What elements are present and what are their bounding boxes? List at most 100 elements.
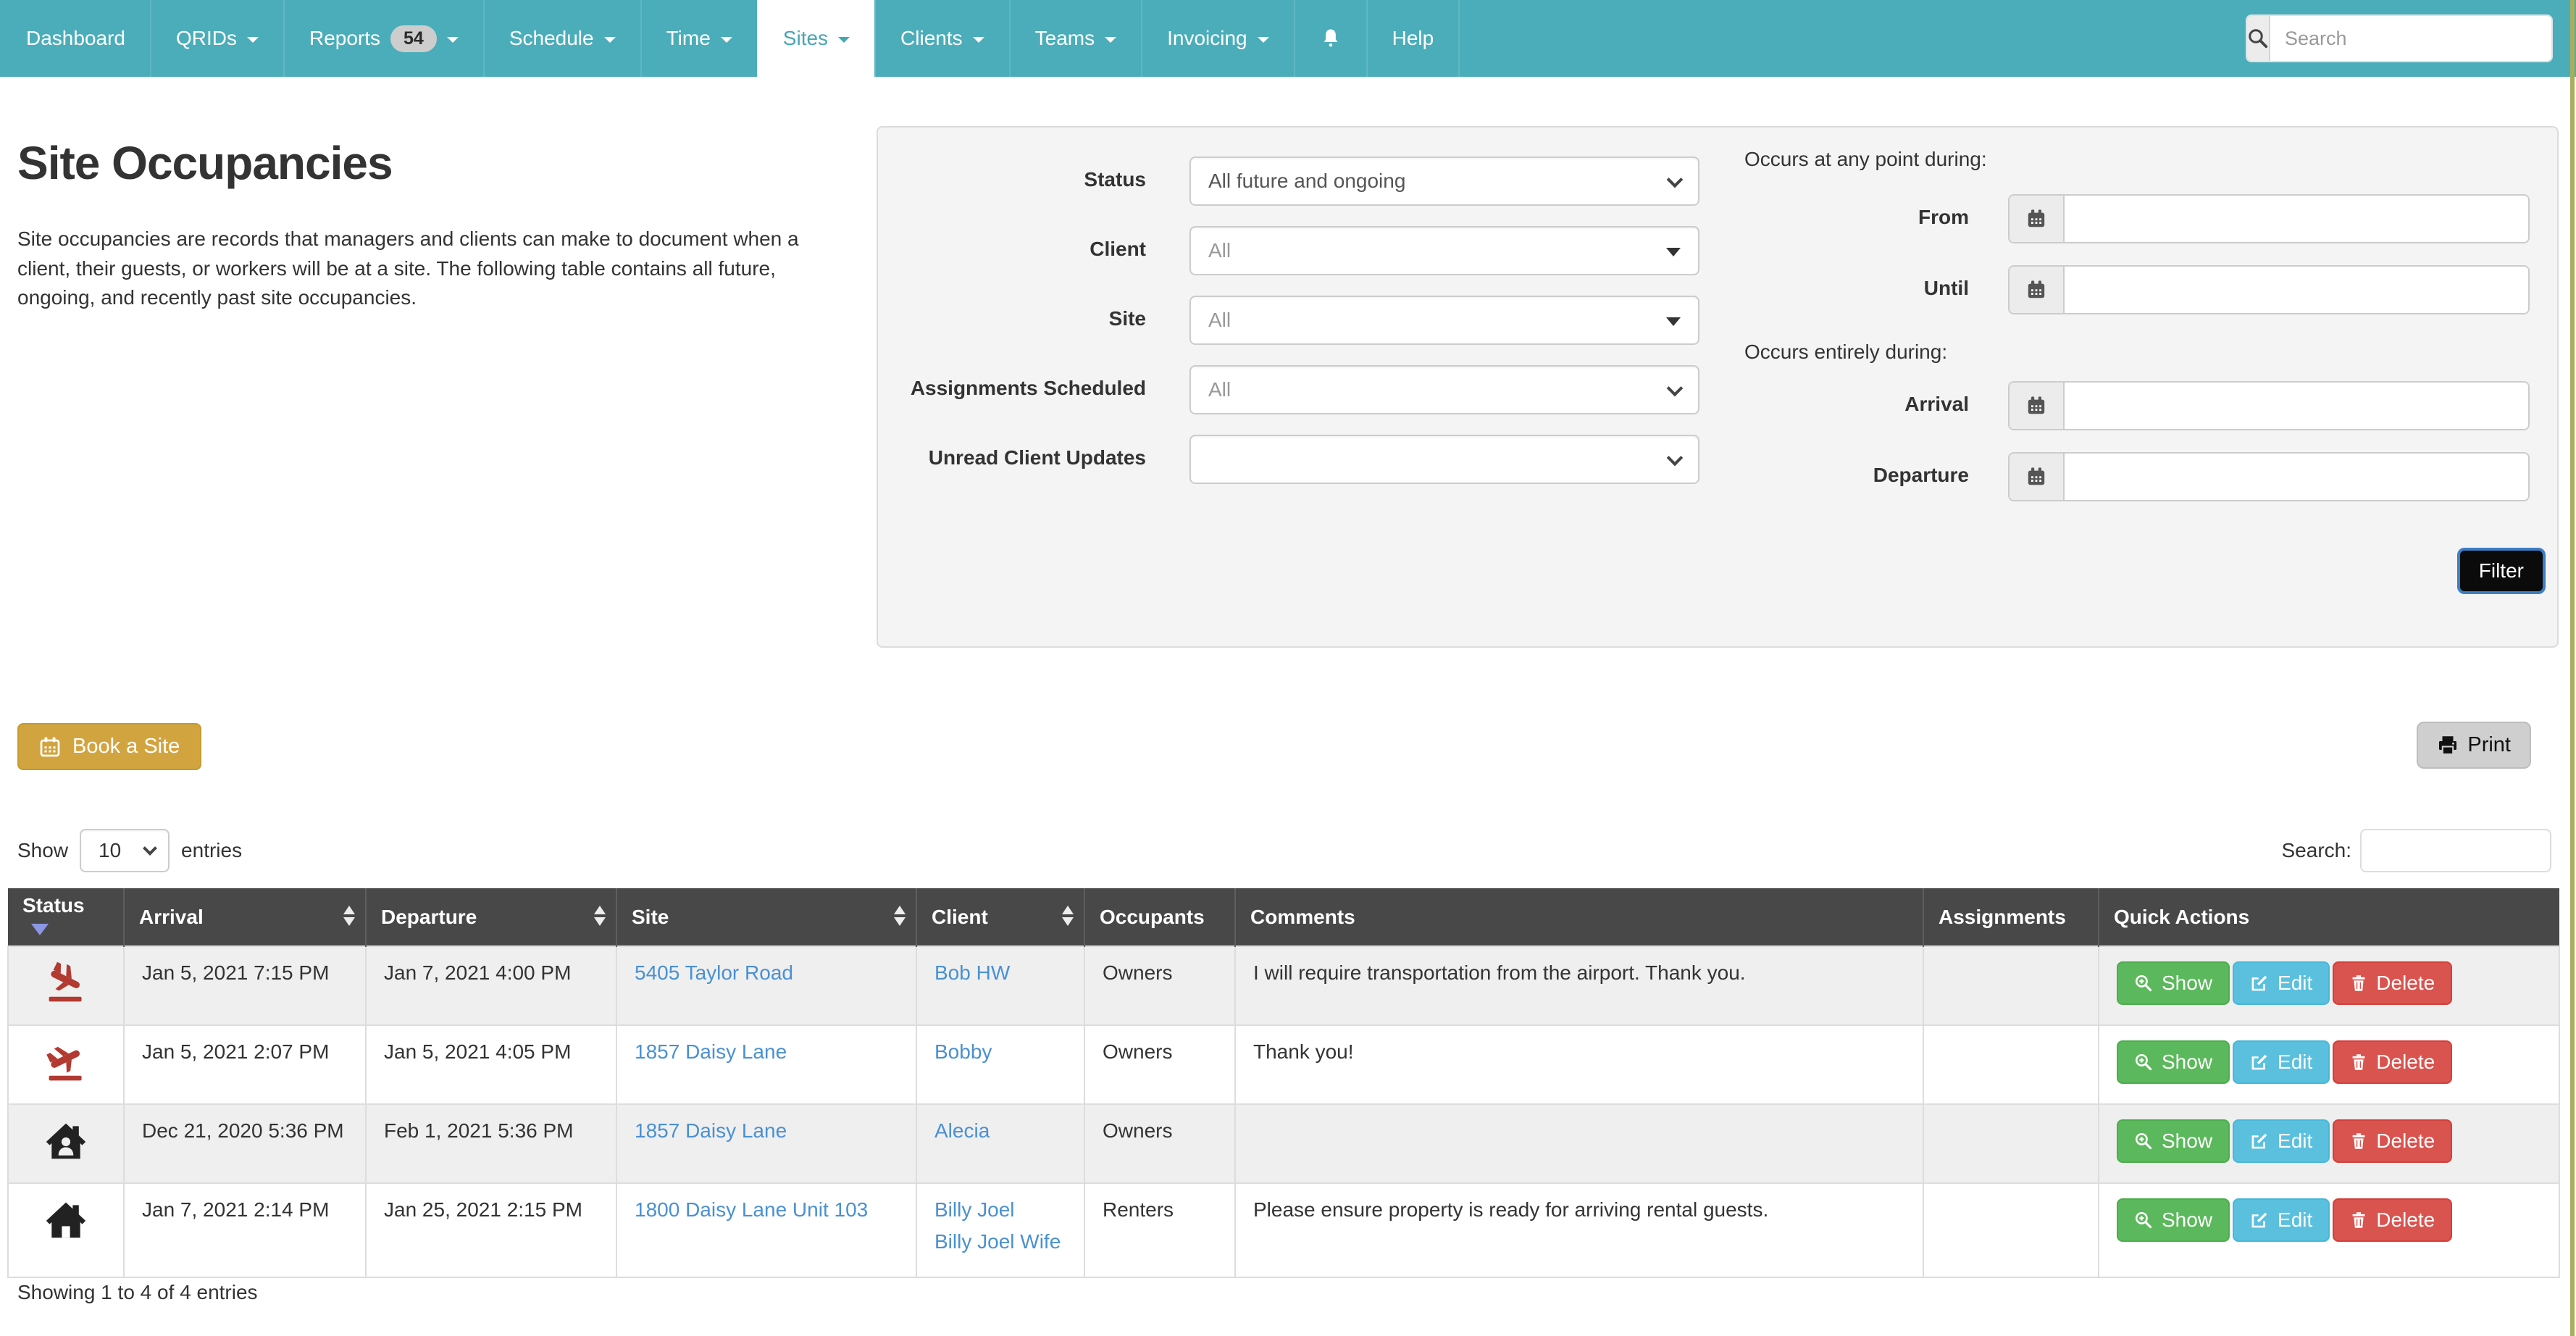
chevron-down-icon — [838, 37, 850, 43]
sort-icon — [1062, 906, 1074, 926]
edit-icon — [2250, 1132, 2269, 1151]
site-filter-dropdown[interactable]: All — [1189, 296, 1699, 345]
site-link[interactable]: 1857 Daisy Lane — [635, 1040, 787, 1064]
quick-actions-cell: ShowEditDelete — [2099, 946, 2559, 1025]
zoom-in-icon — [2134, 974, 2153, 993]
header-site[interactable]: Site — [616, 888, 916, 946]
chevron-down-icon — [604, 37, 616, 43]
entries-label: entries — [181, 839, 242, 862]
header-client[interactable]: Client — [916, 888, 1084, 946]
page-title: Site Occupancies — [17, 136, 393, 190]
arrival-date-label: Arrival — [1744, 393, 1969, 416]
unread-client-updates-filter-label: Unread Client Updates — [878, 446, 1146, 469]
zoom-in-icon — [2134, 1053, 2153, 1072]
occupants-cell: Owners — [1084, 946, 1235, 1025]
calendar-icon — [2026, 467, 2046, 487]
edit-button[interactable]: Edit — [2233, 1119, 2330, 1163]
delete-button[interactable]: Delete — [2333, 1198, 2452, 1242]
chevron-down-icon — [1667, 450, 1684, 467]
table-row: Jan 5, 2021 7:15 PM Jan 7, 2021 4:00 PM … — [8, 946, 2559, 1025]
comments-cell: Please ensure property is ready for arri… — [1235, 1183, 1923, 1277]
global-search-input[interactable] — [2270, 16, 2553, 61]
occurs-entirely-label: Occurs entirely during: — [1744, 341, 1947, 364]
edit-button[interactable]: Edit — [2233, 1040, 2330, 1084]
arrival-date-input[interactable] — [2065, 383, 2528, 429]
nav-item-qrids[interactable]: QRIDs — [150, 0, 283, 77]
client-link[interactable]: Billy Joel Wife — [934, 1230, 1066, 1253]
show-button[interactable]: Show — [2117, 1040, 2230, 1084]
show-label: Show — [17, 839, 68, 862]
show-button[interactable]: Show — [2117, 1119, 2230, 1163]
table-info-text: Showing 1 to 4 of 4 entries — [17, 1281, 258, 1304]
nav-item-reports[interactable]: Reports54 — [283, 0, 483, 77]
nav-item-schedule[interactable]: Schedule — [483, 0, 640, 77]
book-a-site-button[interactable]: Book a Site — [17, 723, 201, 770]
occupants-cell: Owners — [1084, 1025, 1235, 1104]
delete-button[interactable]: Delete — [2333, 1119, 2452, 1163]
home-icon — [44, 1198, 88, 1242]
print-button[interactable]: Print — [2417, 722, 2531, 769]
until-date-group — [2008, 265, 2530, 314]
table-search-input[interactable] — [2360, 829, 2551, 872]
edit-button[interactable]: Edit — [2233, 1198, 2330, 1242]
occurs-any-point-label: Occurs at any point during: — [1744, 148, 1987, 171]
departure-date-input[interactable] — [2065, 454, 2528, 500]
global-search — [2246, 14, 2553, 62]
site-link[interactable]: 1800 Daisy Lane Unit 103 — [635, 1198, 868, 1222]
client-link[interactable]: Bob HW — [934, 961, 1010, 985]
assignments-scheduled-select[interactable]: All — [1189, 365, 1699, 414]
show-button[interactable]: Show — [2117, 961, 2230, 1005]
nav-item-sites[interactable]: Sites — [757, 0, 874, 77]
nav-item-teams[interactable]: Teams — [1009, 0, 1141, 77]
site-link[interactable]: 1857 Daisy Lane — [635, 1119, 787, 1143]
arrival-cell: Jan 5, 2021 7:15 PM — [124, 946, 366, 1025]
client-link[interactable]: Alecia — [934, 1119, 990, 1143]
page-length-select[interactable]: 10 — [80, 829, 170, 872]
client-filter-label: Client — [878, 238, 1146, 261]
site-cell: 1857 Daisy Lane — [616, 1025, 916, 1104]
until-date-input[interactable] — [2065, 267, 2528, 313]
nav-item-clients[interactable]: Clients — [874, 0, 1009, 77]
client-cell: Bobby — [916, 1025, 1084, 1104]
show-button[interactable]: Show — [2117, 1198, 2230, 1242]
departure-date-label: Departure — [1744, 464, 1969, 487]
departure-cell: Feb 1, 2021 5:36 PM — [366, 1104, 616, 1183]
filter-button[interactable]: Filter — [2457, 548, 2546, 594]
site-link[interactable]: 5405 Taylor Road — [635, 961, 793, 985]
nav-item-invoicing[interactable]: Invoicing — [1141, 0, 1294, 77]
trash-icon — [2350, 1132, 2367, 1151]
client-filter-dropdown[interactable]: All — [1189, 226, 1699, 275]
status-cell — [8, 1025, 124, 1104]
delete-button[interactable]: Delete — [2333, 1040, 2452, 1084]
delete-button[interactable]: Delete — [2333, 961, 2452, 1005]
nav-item-time[interactable]: Time — [640, 0, 757, 77]
client-link[interactable]: Bobby — [934, 1040, 992, 1064]
chevron-down-icon — [973, 37, 984, 43]
until-date-label: Until — [1744, 277, 1969, 300]
notifications-bell-button[interactable] — [1294, 0, 1366, 77]
header-arrival[interactable]: Arrival — [124, 888, 366, 946]
client-cell: Bob HW — [916, 946, 1084, 1025]
status-cell — [8, 1104, 124, 1183]
comments-cell: I will require transportation from the a… — [1235, 946, 1923, 1025]
quick-actions-cell: ShowEditDelete — [2099, 1183, 2559, 1277]
page-length-control: Show 10 entries — [17, 829, 242, 872]
status-filter-select[interactable]: All future and ongoing — [1189, 156, 1699, 206]
client-link[interactable]: Billy Joel — [934, 1198, 1066, 1222]
calendar-addon — [2010, 196, 2065, 242]
header-departure[interactable]: Departure — [366, 888, 616, 946]
calendar-icon — [2026, 209, 2046, 229]
nav-item-dashboard[interactable]: Dashboard — [0, 0, 150, 77]
unread-client-updates-select[interactable] — [1189, 435, 1699, 484]
arrival-cell: Jan 7, 2021 2:14 PM — [124, 1183, 366, 1277]
header-occupants: Occupants — [1084, 888, 1235, 946]
nav-item-help[interactable]: Help — [1366, 0, 1459, 77]
from-date-input[interactable] — [2065, 196, 2528, 242]
site-occupancies-table: Status Arrival Departure Site Client Occ… — [7, 888, 2560, 1278]
printer-icon — [2437, 735, 2459, 756]
status-cell — [8, 1183, 124, 1277]
search-icon — [2247, 28, 2269, 49]
header-status[interactable]: Status — [8, 888, 124, 946]
page-description: Site occupancies are records that manage… — [17, 225, 826, 313]
edit-button[interactable]: Edit — [2233, 961, 2330, 1005]
